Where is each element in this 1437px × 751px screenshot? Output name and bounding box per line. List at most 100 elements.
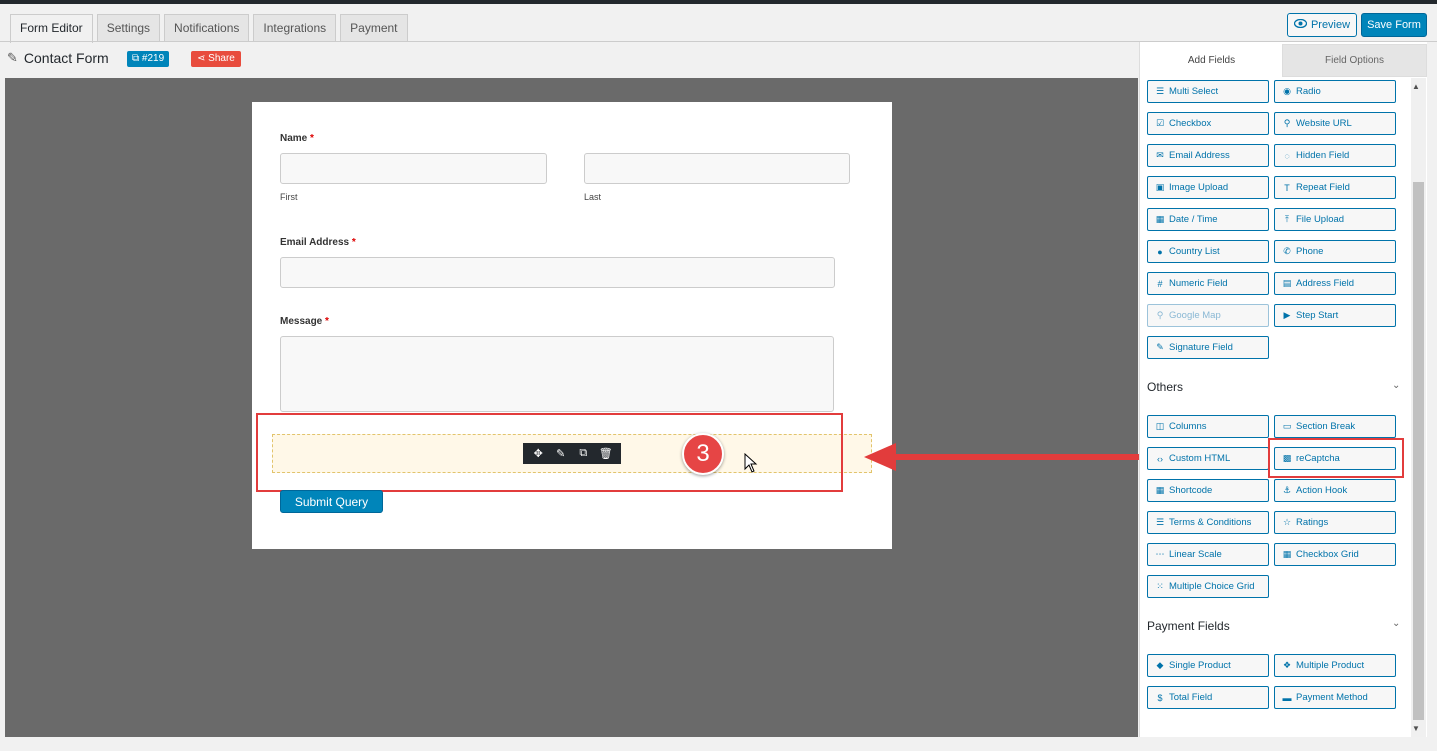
tab-payment[interactable]: Payment (340, 14, 408, 42)
field-button-shortcode[interactable]: ▦ Shortcode (1147, 479, 1269, 502)
field-button-linear-scale[interactable]: ⋯ Linear Scale (1147, 543, 1269, 566)
tab-notifications[interactable]: Notifications (164, 14, 250, 42)
field-button-label: Action Hook (1296, 485, 1348, 496)
field-button-label: Section Break (1296, 421, 1356, 432)
field-button-step-start[interactable]: ▶ Step Start (1274, 304, 1396, 327)
chevron-down-icon[interactable]: ⌄ (1392, 380, 1400, 391)
form-id-badge[interactable]: ⧉ #219 (127, 51, 170, 67)
field-button-repeat-field[interactable]: T Repeat Field (1274, 176, 1396, 199)
admin-top-bar (0, 0, 1437, 4)
field-button-label: Date / Time (1169, 214, 1218, 225)
map-marker-icon: ⚲ (1156, 310, 1164, 320)
field-button-label: Website URL (1296, 118, 1352, 129)
name-label: Name * (280, 133, 314, 144)
form-title[interactable]: Contact Form (24, 50, 109, 66)
signature-icon: ✎ (1156, 342, 1164, 352)
dotgrid-icon: ⁙ (1156, 581, 1164, 591)
field-button-signature-field[interactable]: ✎ Signature Field (1147, 336, 1269, 359)
field-button-label: Country List (1169, 246, 1220, 257)
field-button-country-list[interactable]: ● Country List (1147, 240, 1269, 263)
share-button[interactable]: ⋖ Share (191, 51, 241, 67)
field-button-image-upload[interactable]: ▣ Image Upload (1147, 176, 1269, 199)
field-button-label: Multi Select (1169, 86, 1219, 97)
share-label: Share (208, 53, 235, 64)
tab-settings[interactable]: Settings (96, 14, 161, 42)
code-icon: ‹› (1157, 453, 1163, 464)
preview-button[interactable]: Preview (1287, 13, 1357, 37)
field-button-label: Custom HTML (1169, 453, 1231, 464)
list-icon: ☰ (1155, 517, 1165, 527)
field-button-label: Multiple Choice Grid (1169, 581, 1255, 592)
grid-icon: ▦ (1282, 549, 1292, 559)
field-button-label: Checkbox (1169, 118, 1212, 129)
address-card-icon: ▤ (1282, 278, 1292, 288)
scroll-up-arrow-icon[interactable]: ▲ (1412, 82, 1420, 91)
field-button-multiple-product[interactable]: ❖ Multiple Product (1274, 654, 1396, 677)
field-button-payment-method[interactable]: ▬ Payment Method (1274, 686, 1396, 709)
field-button-columns[interactable]: ◫ Columns (1147, 415, 1269, 438)
field-button-numeric-field[interactable]: # Numeric Field (1147, 272, 1269, 295)
submit-button[interactable]: Submit Query (280, 490, 383, 513)
email-label: Email Address * (280, 237, 356, 248)
text-icon: T (1284, 182, 1290, 193)
field-button-hidden-field[interactable]: ◌ Hidden Field (1274, 144, 1396, 167)
field-button-label: Signature Field (1169, 342, 1233, 353)
checkbox-icon: ☑ (1155, 118, 1165, 128)
email-input[interactable] (280, 257, 835, 288)
chevron-down-icon[interactable]: ⌄ (1392, 618, 1400, 629)
field-button-radio[interactable]: ◉ Radio (1274, 80, 1396, 103)
link-icon: ⚲ (1283, 118, 1291, 128)
field-button-website-url[interactable]: ⚲ Website URL (1274, 112, 1396, 135)
dots-icon: ⋯ (1155, 549, 1165, 559)
field-button-label: Hidden Field (1296, 150, 1350, 161)
pencil-icon[interactable]: ✎ (7, 50, 18, 66)
field-button-label: Terms & Conditions (1169, 517, 1252, 528)
field-button-multiple-choice-grid[interactable]: ⁙ Multiple Choice Grid (1147, 575, 1269, 598)
image-icon: ▣ (1155, 182, 1165, 192)
scroll-down-arrow-icon[interactable]: ▼ (1412, 724, 1420, 733)
message-textarea[interactable] (280, 336, 834, 412)
field-button-label: Multiple Product (1296, 660, 1365, 671)
first-name-input[interactable] (280, 153, 547, 184)
field-button-total-field[interactable]: $ Total Field (1147, 686, 1269, 709)
field-button-address-field[interactable]: ▤ Address Field (1274, 272, 1396, 295)
form-title-row: ✎ Contact Form (7, 50, 109, 66)
credit-card-icon: ▬ (1282, 692, 1292, 703)
save-form-button[interactable]: Save Form (1361, 13, 1427, 37)
field-button-label: Image Upload (1169, 182, 1229, 193)
field-button-single-product[interactable]: ◆ Single Product (1147, 654, 1269, 677)
copy-icon: ⧉ (132, 53, 140, 64)
last-name-input[interactable] (584, 153, 850, 184)
others-section-title[interactable]: Others (1147, 380, 1183, 394)
field-button-section-break[interactable]: ▭ Section Break (1274, 415, 1396, 438)
anchor-icon: ⚓ (1282, 485, 1292, 495)
field-button-file-upload[interactable]: ⤒ File Upload (1274, 208, 1396, 231)
tab-field-options[interactable]: Field Options (1282, 44, 1427, 77)
field-button-checkbox-grid[interactable]: ▦ Checkbox Grid (1274, 543, 1396, 566)
mouse-cursor-icon (744, 452, 758, 478)
field-button-action-hook[interactable]: ⚓ Action Hook (1274, 479, 1396, 502)
field-button-date-time[interactable]: ▦ Date / Time (1147, 208, 1269, 231)
field-button-checkbox[interactable]: ☑ Checkbox (1147, 112, 1269, 135)
field-button-email-address[interactable]: ✉ Email Address (1147, 144, 1269, 167)
field-button-custom-html[interactable]: ‹› Custom HTML (1147, 447, 1269, 470)
share-icon: ⋖ (197, 53, 206, 64)
scrollbar-thumb[interactable] (1413, 182, 1424, 720)
envelope-icon: ✉ (1156, 150, 1164, 160)
tab-add-fields[interactable]: Add Fields (1141, 44, 1282, 77)
globe-icon: ● (1157, 246, 1163, 257)
tab-form-editor[interactable]: Form Editor (10, 14, 93, 43)
cube-icon: ◆ (1156, 660, 1164, 670)
field-button-label: Numeric Field (1169, 278, 1228, 289)
field-button-google-map[interactable]: ⚲ Google Map (1147, 304, 1269, 327)
payment-section-title[interactable]: Payment Fields (1147, 619, 1230, 633)
tab-integrations[interactable]: Integrations (253, 14, 337, 42)
calendar-icon: ▦ (1155, 214, 1165, 224)
field-button-phone[interactable]: ✆ Phone (1274, 240, 1396, 263)
field-button-label: Checkbox Grid (1296, 549, 1359, 560)
field-button-multi-select[interactable]: ☰ Multi Select (1147, 80, 1269, 103)
field-button-label: Step Start (1296, 310, 1339, 321)
dollar-icon: $ (1157, 692, 1163, 703)
field-button-ratings[interactable]: ☆ Ratings (1274, 511, 1396, 534)
field-button-terms-conditions[interactable]: ☰ Terms & Conditions (1147, 511, 1269, 534)
